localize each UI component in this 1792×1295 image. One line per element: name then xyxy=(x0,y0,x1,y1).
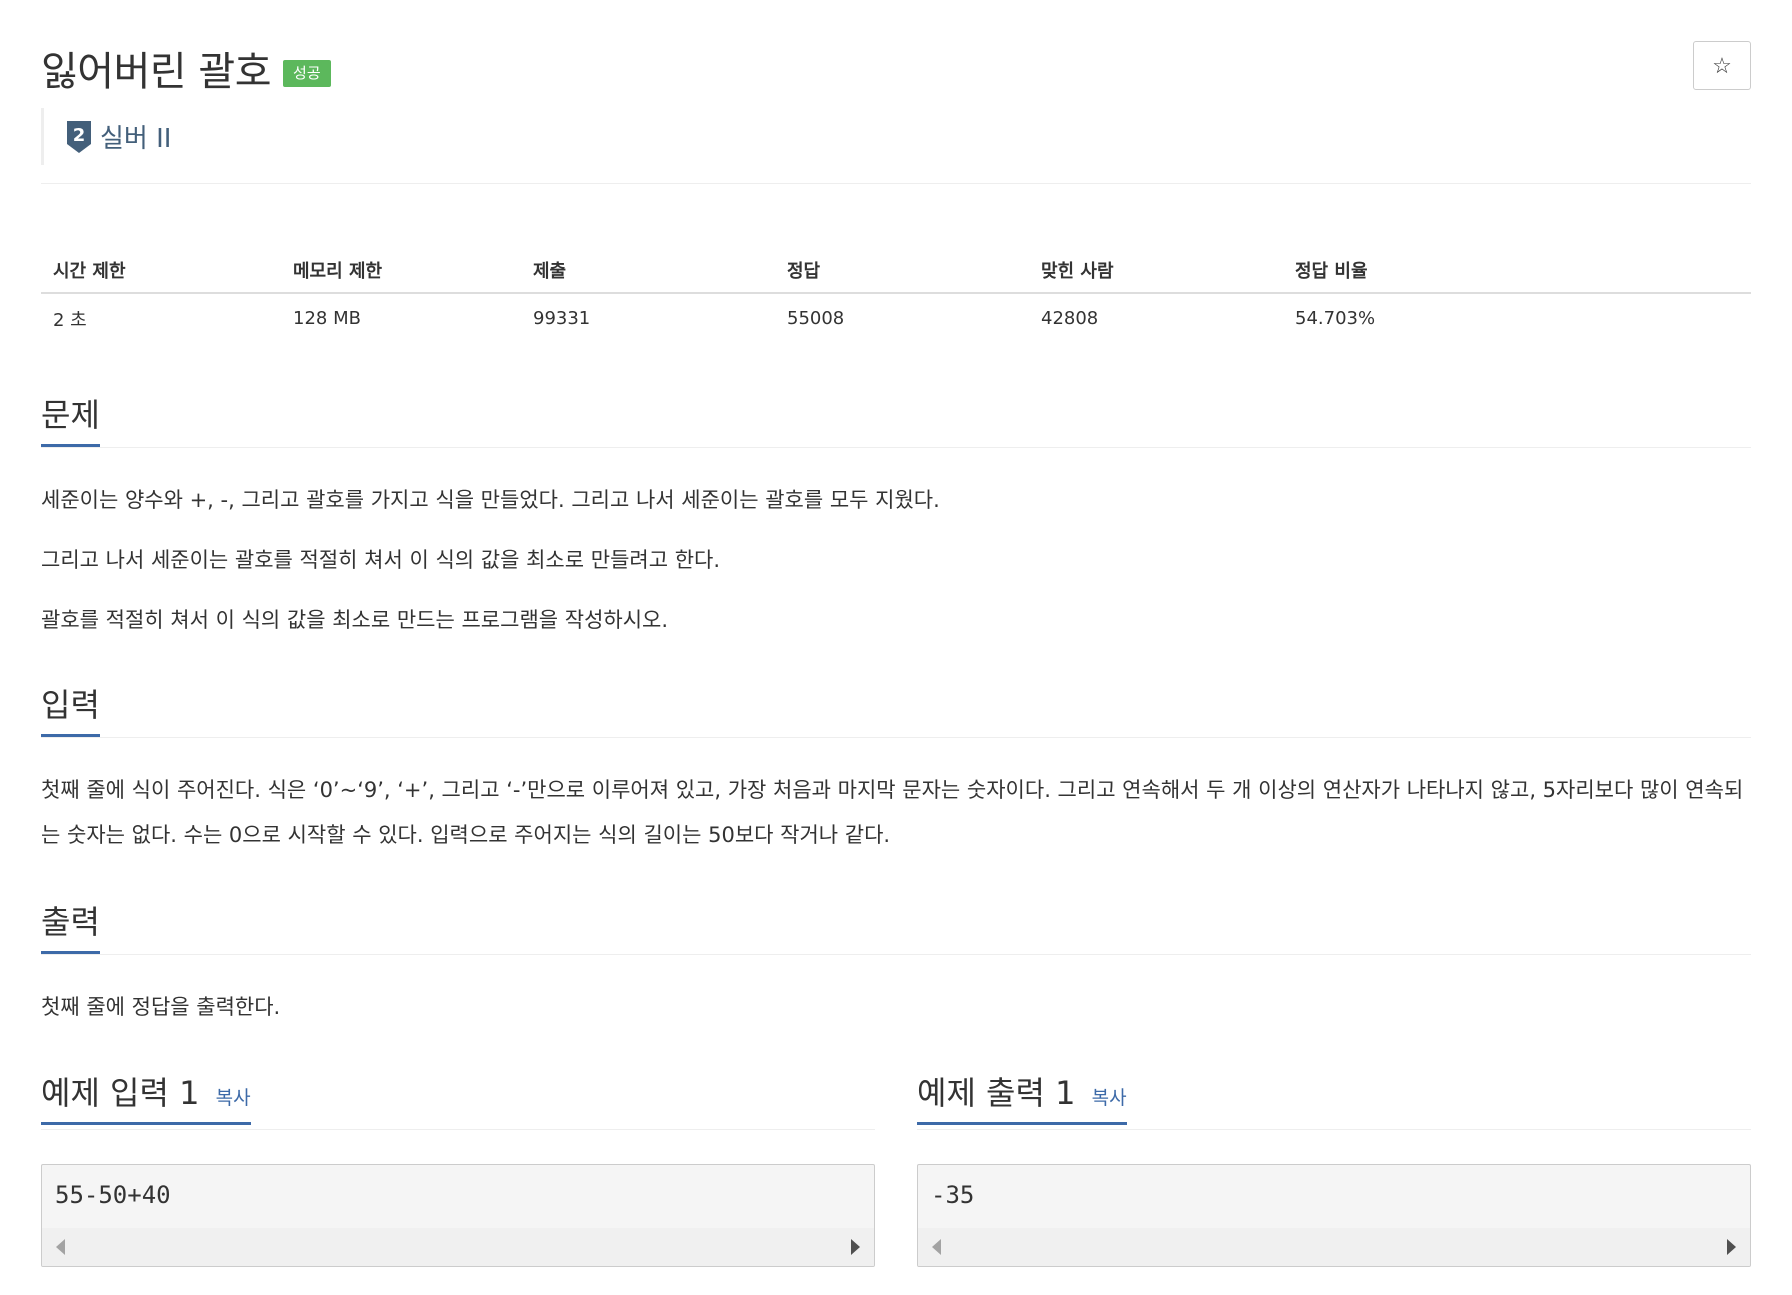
sample-input-content: 55-50+40 xyxy=(55,1181,171,1209)
description-paragraph: 세준이는 양수와 +, -, 그리고 괄호를 가지고 식을 만들었다. 그리고 … xyxy=(41,488,940,512)
scroll-left-arrow-icon[interactable] xyxy=(56,1239,65,1255)
header-accept-ratio: 정답 비율 xyxy=(1283,248,1751,294)
value-submissions: 99331 xyxy=(533,308,591,329)
section-input: 입력 첫째 줄에 식이 주어진다. 식은 ‘0’~‘9’, ‘+’, 그리고 ‘… xyxy=(41,680,1751,858)
section-output-title: 출력 xyxy=(41,897,100,954)
header-time-limit: 시간 제한 xyxy=(41,248,281,294)
sample-divider xyxy=(917,1129,1751,1130)
sample-output-scrollbar[interactable] xyxy=(918,1228,1750,1266)
favorite-button[interactable]: ☆ xyxy=(1693,41,1751,90)
section-output-header: 출력 xyxy=(41,897,1751,955)
problem-page: 잃어버린 괄호 성공 ☆ 2 실버 II 시간 제한 메모리 제한 제출 정답 xyxy=(41,0,1751,1295)
section-description-header: 문제 xyxy=(41,390,1751,448)
section-divider xyxy=(41,954,1751,955)
section-input-header: 입력 xyxy=(41,680,1751,738)
sample-input-scrollbar[interactable] xyxy=(42,1228,874,1266)
scroll-right-arrow-icon[interactable] xyxy=(851,1239,860,1255)
sample-output-header: 예제 출력 1 복사 xyxy=(917,1068,1751,1130)
sample-input-box[interactable]: 55-50+40 xyxy=(41,1164,875,1267)
header-accepted: 정답 xyxy=(775,248,1029,294)
scroll-right-arrow-icon[interactable] xyxy=(1727,1239,1736,1255)
section-input-title: 입력 xyxy=(41,680,100,737)
section-output: 출력 첫째 줄에 정답을 출력한다. xyxy=(41,897,1751,1030)
section-description-title: 문제 xyxy=(41,390,100,447)
sample-output-content: -35 xyxy=(931,1181,975,1209)
problem-info-table: 시간 제한 메모리 제한 제출 정답 맞힌 사람 정답 비율 2 초 128 M… xyxy=(41,248,1751,343)
sample-output-panel: 예제 출력 1 복사 -35 xyxy=(917,1068,1751,1267)
section-divider xyxy=(41,447,1751,448)
header-divider xyxy=(41,183,1751,184)
sample-input-panel: 예제 입력 1 복사 55-50+40 xyxy=(41,1068,875,1267)
sample-input-title-text: 예제 입력 1 xyxy=(41,1074,200,1112)
tier-label: 실버 II xyxy=(100,124,172,154)
description-paragraph: 괄호를 적절히 쳐서 이 식의 값을 최소로 만드는 프로그램을 작성하시오. xyxy=(41,608,669,632)
sample-input-title: 예제 입력 1 복사 xyxy=(41,1068,251,1125)
copy-sample-input-link[interactable]: 복사 xyxy=(216,1087,251,1109)
section-input-body: 첫째 줄에 식이 주어진다. 식은 ‘0’~‘9’, ‘+’, 그리고 ‘-’만… xyxy=(41,768,1751,858)
scroll-left-arrow-icon[interactable] xyxy=(932,1239,941,1255)
input-paragraph: 첫째 줄에 식이 주어진다. 식은 ‘0’~‘9’, ‘+’, 그리고 ‘-’만… xyxy=(41,778,1744,847)
section-description-body: 세준이는 양수와 +, -, 그리고 괄호를 가지고 식을 만들었다. 그리고 … xyxy=(41,478,1751,643)
value-accept-ratio: 54.703% xyxy=(1295,308,1376,329)
value-memory-limit: 128 MB xyxy=(293,308,361,329)
tier-number: 2 xyxy=(73,125,86,146)
description-paragraph: 그리고 나서 세준이는 괄호를 적절히 쳐서 이 식의 값을 최소로 만들려고 … xyxy=(41,548,721,572)
header-solved-users: 맞힌 사람 xyxy=(1029,248,1283,294)
value-time-limit: 2 초 xyxy=(53,309,87,331)
tier-indicator: 2 실버 II xyxy=(41,108,171,165)
sample-divider xyxy=(41,1129,875,1130)
sample-output-title: 예제 출력 1 복사 xyxy=(917,1068,1127,1125)
copy-sample-output-link[interactable]: 복사 xyxy=(1092,1087,1127,1109)
info-header-row: 시간 제한 메모리 제한 제출 정답 맞힌 사람 정답 비율 xyxy=(41,248,1751,294)
star-icon: ☆ xyxy=(1712,52,1732,78)
section-output-body: 첫째 줄에 정답을 출력한다. xyxy=(41,985,1751,1030)
sample-input-header: 예제 입력 1 복사 xyxy=(41,1068,875,1130)
sample-output-box[interactable]: -35 xyxy=(917,1164,1751,1267)
header-submissions: 제출 xyxy=(521,248,775,294)
value-solved-users: 42808 xyxy=(1041,308,1099,329)
value-accepted: 55008 xyxy=(787,308,845,329)
header-memory-limit: 메모리 제한 xyxy=(281,248,521,294)
output-paragraph: 첫째 줄에 정답을 출력한다. xyxy=(41,995,281,1019)
info-value-row: 2 초 128 MB 99331 55008 42808 54.703% xyxy=(41,293,1751,343)
tier-silver-icon: 2 xyxy=(67,120,91,153)
sample-output-title-text: 예제 출력 1 xyxy=(917,1074,1076,1112)
title-row: 잃어버린 괄호 성공 xyxy=(41,40,331,96)
problem-title: 잃어버린 괄호 xyxy=(41,49,272,95)
status-badge: 성공 xyxy=(283,59,331,87)
section-description: 문제 세준이는 양수와 +, -, 그리고 괄호를 가지고 식을 만들었다. 그… xyxy=(41,390,1751,643)
section-divider xyxy=(41,737,1751,738)
